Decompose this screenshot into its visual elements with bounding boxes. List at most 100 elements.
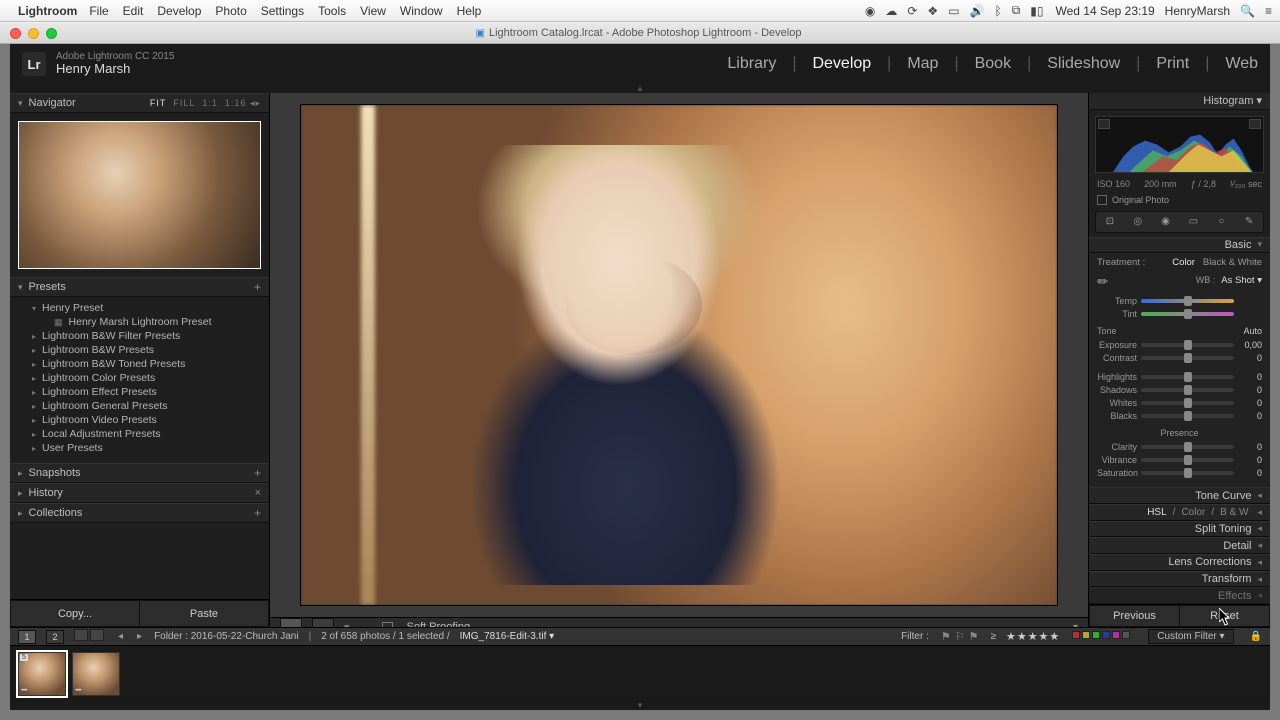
preset-folder[interactable]: Lightroom Effect Presets [10, 385, 269, 399]
radial-filter-tool[interactable]: ○ [1212, 213, 1230, 231]
adjustment-brush-tool[interactable]: ✎ [1240, 213, 1258, 231]
snapshots-header[interactable]: Snapshots+ [10, 463, 269, 483]
navigator-zoom-options[interactable]: FIT FILL 1:1 1:16 ◂▸ [150, 98, 261, 109]
exposure-slider[interactable]: Exposure0,00 [1097, 338, 1262, 351]
treatment-bw[interactable]: Black & White [1203, 257, 1262, 268]
clarity-slider[interactable]: Clarity0 [1097, 440, 1262, 453]
custom-filter-dropdown[interactable]: Custom Filter ▾ [1148, 629, 1233, 644]
saturation-slider[interactable]: Saturation0 [1097, 466, 1262, 479]
auto-tone-button[interactable]: Auto [1243, 326, 1262, 336]
preset-folder[interactable]: Lightroom B&W Toned Presets [10, 357, 269, 371]
menu-edit[interactable]: Edit [123, 4, 144, 18]
spotlight-icon[interactable]: 🔍 [1240, 4, 1255, 18]
module-print[interactable]: Print [1156, 55, 1189, 73]
shadows-slider[interactable]: Shadows0 [1097, 383, 1262, 396]
cloud-icon[interactable]: ☁ [885, 4, 897, 18]
history-header[interactable]: History× [10, 483, 269, 503]
battery-icon[interactable]: ▮▯ [1030, 4, 1043, 18]
copy-settings-button[interactable]: Copy... [10, 600, 139, 627]
reset-button[interactable]: Reset [1179, 605, 1270, 627]
zoom-window-button[interactable] [46, 28, 57, 39]
folder-path[interactable]: Folder : 2016-05-22-Church Jani [154, 631, 299, 642]
detail-header[interactable]: Detail◂ [1089, 537, 1270, 554]
preset-folder[interactable]: Lightroom Color Presets [10, 371, 269, 385]
rating-filter[interactable]: ★★★★★ [1006, 630, 1060, 643]
wifi-icon[interactable]: ⧉ [1012, 3, 1021, 18]
preset-folder[interactable]: Henry Preset [10, 301, 269, 315]
module-map[interactable]: Map [907, 55, 938, 73]
flag-unflagged[interactable]: ⚐ [955, 631, 965, 643]
menu-settings[interactable]: Settings [261, 4, 304, 18]
record-icon[interactable]: ◉ [865, 4, 875, 18]
graduated-filter-tool[interactable]: ▭ [1184, 213, 1202, 231]
rating-filter-prefix[interactable]: ≥ [990, 631, 996, 642]
wb-eyedropper-tool[interactable]: ✎ [1094, 269, 1117, 292]
menu-help[interactable]: Help [457, 4, 482, 18]
lens-corrections-header[interactable]: Lens Corrections◂ [1089, 554, 1270, 571]
volume-icon[interactable]: 🔊 [970, 4, 985, 18]
filmstrip-thumb[interactable]: ••••• [72, 652, 120, 696]
flag-rejected[interactable]: ⚑ [969, 631, 979, 643]
spot-removal-tool[interactable]: ◎ [1129, 213, 1147, 231]
current-filename[interactable]: IMG_7816-Edit-3.tif ▾ [460, 631, 555, 642]
bluetooth-icon[interactable]: ᛒ [994, 4, 1001, 18]
notification-center-icon[interactable]: ≡ [1265, 4, 1272, 18]
preset-folder[interactable]: Lightroom B&W Presets [10, 343, 269, 357]
flag-picked[interactable]: ⚑ [941, 631, 951, 643]
app-menu[interactable]: Lightroom [18, 4, 77, 18]
second-window-button[interactable]: 2 [46, 630, 64, 644]
module-book[interactable]: Book [975, 55, 1011, 73]
preset-folder[interactable]: Lightroom General Presets [10, 399, 269, 413]
wb-select[interactable]: As Shot ▾ [1221, 275, 1262, 286]
presets-header[interactable]: Presets+ [10, 277, 269, 297]
redeye-tool[interactable]: ◉ [1157, 213, 1175, 231]
menubar-user[interactable]: HenryMarsh [1165, 4, 1230, 18]
module-slideshow[interactable]: Slideshow [1047, 55, 1120, 73]
menu-file[interactable]: File [89, 4, 108, 18]
paste-settings-button[interactable]: Paste [139, 600, 269, 627]
menu-tools[interactable]: Tools [318, 4, 346, 18]
treatment-color[interactable]: Color [1172, 257, 1195, 268]
crop-tool[interactable]: ⊡ [1101, 213, 1119, 231]
filmstrip[interactable]: 5••••• ••••• [10, 645, 1270, 701]
hsl-header[interactable]: HSL/Color/B & W◂ [1089, 504, 1270, 521]
vibrance-slider[interactable]: Vibrance0 [1097, 453, 1262, 466]
menu-window[interactable]: Window [400, 4, 443, 18]
highlights-slider[interactable]: Highlights0 [1097, 370, 1262, 383]
close-window-button[interactable] [10, 28, 21, 39]
histogram-header[interactable]: Histogram ▾ [1089, 93, 1270, 110]
contrast-slider[interactable]: Contrast0 [1097, 351, 1262, 364]
split-toning-header[interactable]: Split Toning◂ [1089, 521, 1270, 538]
filter-lock-icon[interactable]: 🔒 [1250, 631, 1262, 642]
display-icon[interactable]: ▭ [948, 4, 959, 18]
menu-view[interactable]: View [360, 4, 386, 18]
histogram[interactable] [1095, 116, 1264, 173]
preset-item[interactable]: Henry Marsh Lightroom Preset [10, 315, 269, 329]
blacks-slider[interactable]: Blacks0 [1097, 409, 1262, 422]
collections-header[interactable]: Collections+ [10, 503, 269, 523]
menubar-clock[interactable]: Wed 14 Sep 23:19 [1055, 4, 1154, 18]
previous-button[interactable]: Previous [1089, 605, 1179, 627]
navigator-header[interactable]: Navigator FIT FILL 1:1 1:16 ◂▸ [10, 93, 269, 113]
tone-curve-header[interactable]: Tone Curve◂ [1089, 487, 1270, 504]
minimize-window-button[interactable] [28, 28, 39, 39]
preset-folder[interactable]: Local Adjustment Presets [10, 427, 269, 441]
add-preset-button[interactable]: + [254, 280, 261, 294]
preset-folder[interactable]: User Presets [10, 441, 269, 455]
tint-slider[interactable]: Tint [1097, 307, 1262, 320]
main-window-button[interactable]: 1 [18, 630, 36, 644]
preset-folder[interactable]: Lightroom Video Presets [10, 413, 269, 427]
top-panel-toggle[interactable]: ▴ [10, 84, 1270, 93]
navigator-preview[interactable] [18, 121, 261, 269]
basic-panel-header[interactable]: Basic▾ [1089, 237, 1270, 254]
preset-folder[interactable]: Lightroom B&W Filter Presets [10, 329, 269, 343]
dropbox-icon[interactable]: ❖ [927, 4, 938, 18]
module-web[interactable]: Web [1225, 55, 1258, 73]
module-library[interactable]: Library [727, 55, 776, 73]
nav-forward[interactable]: ▸ [137, 631, 142, 642]
filmstrip-thumb[interactable]: 5••••• [18, 652, 66, 696]
nav-back[interactable]: ◂ [118, 631, 123, 642]
temp-slider[interactable]: Temp [1097, 294, 1262, 307]
image-canvas[interactable] [270, 93, 1088, 617]
menu-photo[interactable]: Photo [215, 4, 246, 18]
